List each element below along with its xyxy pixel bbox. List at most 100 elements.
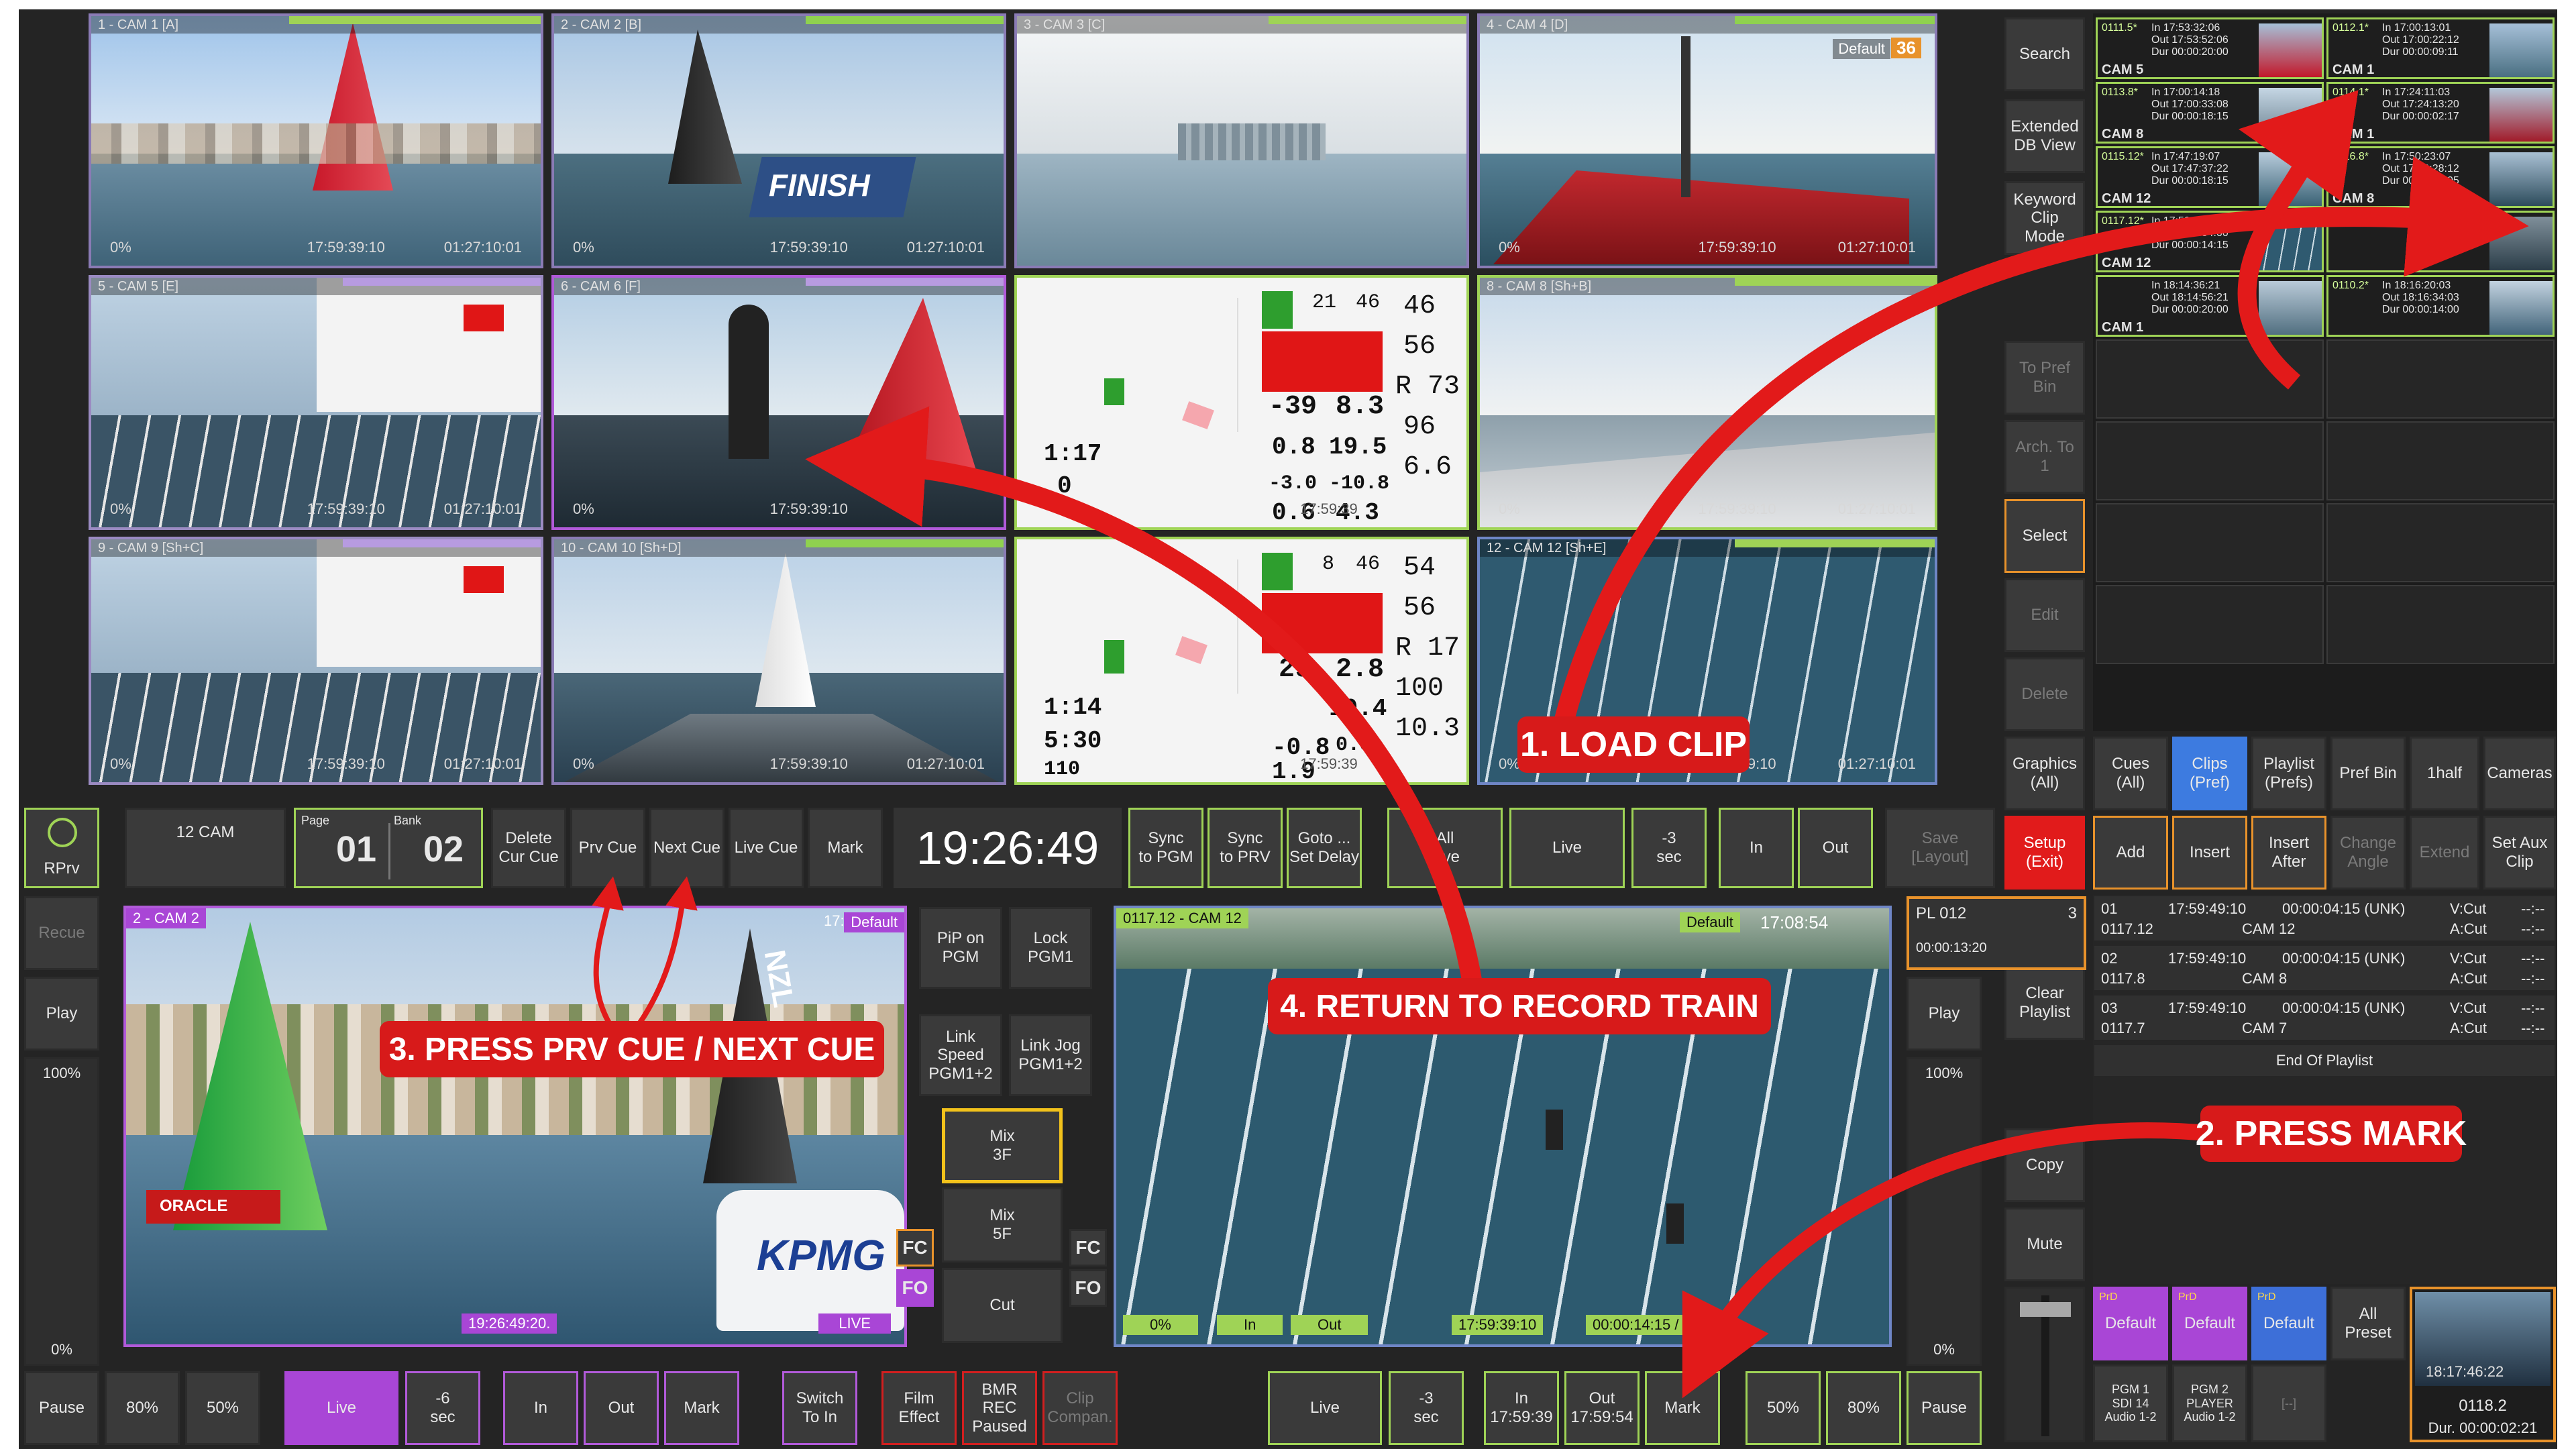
- playlist-row[interactable]: 01 0117.12 17:59:49:10 00:00:04:15 (UNK)…: [2093, 895, 2556, 942]
- search-button[interactable]: Search: [2004, 17, 2085, 91]
- delete-cur-cue-button[interactable]: Delete Cur Cue: [491, 808, 566, 888]
- right-play-button[interactable]: Play: [1907, 977, 1982, 1051]
- switch-to-in-button[interactable]: Switch To In: [782, 1371, 857, 1445]
- pgm-monitor[interactable]: 0117.12 - CAM 12 Default 17:08:54 0% In …: [1114, 906, 1892, 1347]
- empty-clip-slot[interactable]: [2096, 339, 2324, 419]
- clear-playlist-button[interactable]: Clear Playlist: [2004, 966, 2085, 1040]
- to-pref-bin-button[interactable]: To Pref Bin: [2004, 341, 2085, 415]
- speed-50-button[interactable]: 50%: [185, 1371, 260, 1445]
- edit-button[interactable]: Edit: [2004, 578, 2085, 652]
- tab-pref-bin[interactable]: Pref Bin: [2330, 737, 2406, 810]
- select-button[interactable]: Select: [2004, 499, 2085, 573]
- empty-clip-slot[interactable]: [2096, 503, 2324, 582]
- live-right-button[interactable]: Live: [1268, 1371, 1382, 1445]
- link-jog-button[interactable]: Link Jog PGM1+2: [1009, 1014, 1092, 1096]
- preset-default-1[interactable]: PrD Default: [2093, 1287, 2168, 1360]
- clip-cell[interactable]: 0111.5* In 17:53:32:06 Out 17:53:52:06 D…: [2096, 17, 2324, 79]
- output-empty[interactable]: [--]: [2251, 1364, 2326, 1442]
- change-angle-button[interactable]: Change Angle: [2330, 816, 2406, 890]
- copy-button[interactable]: Copy: [2004, 1128, 2085, 1202]
- tab-cameras[interactable]: Cameras: [2483, 737, 2556, 810]
- speed-80-button[interactable]: 80%: [105, 1371, 180, 1445]
- fc-left-button[interactable]: FC: [896, 1229, 934, 1267]
- play-button[interactable]: Play: [24, 977, 99, 1051]
- empty-clip-slot[interactable]: [2096, 421, 2324, 500]
- mark-right-button[interactable]: Mark: [1645, 1371, 1720, 1445]
- extend-button[interactable]: Extend: [2410, 816, 2479, 890]
- fo-left-button[interactable]: FO: [896, 1269, 934, 1307]
- camera-tile[interactable]: FINISH 2 - CAM 2 [B] 0% 17:59:39:10 01:2…: [551, 13, 1006, 268]
- fo-right-button[interactable]: FO: [1069, 1269, 1107, 1307]
- clip-cell[interactable]: 0110.2* In 18:16:20:03 Out 18:16:34:03 D…: [2326, 275, 2555, 337]
- clip-cell[interactable]: 0116.8* In 17:50:23:07 Out 17:50:28:12 D…: [2326, 146, 2555, 208]
- camera-tile[interactable]: 10 - CAM 10 [Sh+D] 0% 17:59:39:10 01:27:…: [551, 537, 1006, 785]
- speed-80-right-button[interactable]: 80%: [1826, 1371, 1901, 1445]
- out-left-button[interactable]: Out: [584, 1371, 659, 1445]
- pause-button[interactable]: Pause: [24, 1371, 99, 1445]
- data-dashboard-tile[interactable]: 1:14 5:30 110 8 46 29 2.8 19.4 -0.8 1.9 …: [1014, 537, 1469, 785]
- camera-tile[interactable]: 1 - CAM 1 [A] 0% 17:59:39:10 01:27:10:01: [89, 13, 543, 268]
- cut-button[interactable]: Cut: [942, 1268, 1063, 1343]
- empty-clip-slot[interactable]: [2326, 339, 2555, 419]
- film-effect-button[interactable]: Film Effect: [881, 1371, 957, 1445]
- arch-to-button[interactable]: Arch. To 1: [2004, 420, 2085, 494]
- tab-playlist-prefs[interactable]: Playlist (Prefs): [2251, 737, 2326, 810]
- page-bank-display[interactable]: Page 01 Bank 02: [294, 808, 483, 888]
- playlist-row[interactable]: 03 0117.7 17:59:49:10 00:00:04:15 (UNK) …: [2093, 994, 2556, 1041]
- clip-cell[interactable]: 0113.8* In 17:00:14:18 Out 17:00:33:08 D…: [2096, 82, 2324, 144]
- fader-knob[interactable]: [2020, 1302, 2071, 1317]
- all-preset-button[interactable]: All Preset: [2330, 1287, 2406, 1360]
- minus-3-sec-right-button[interactable]: -3 sec: [1389, 1371, 1464, 1445]
- save-layout-button[interactable]: Save [Layout]: [1885, 808, 1995, 888]
- prv-cue-button[interactable]: Prv Cue: [570, 808, 645, 888]
- set-aux-clip-button[interactable]: Set Aux Clip: [2483, 816, 2556, 890]
- camera-tile[interactable]: 3 - CAM 3 [C]: [1014, 13, 1469, 268]
- camera-tile[interactable]: 4 - CAM 4 [D] Default 36 0% 17:59:39:10 …: [1477, 13, 1937, 268]
- playlist-status-box[interactable]: PL 012 3 00:00:13:20: [1907, 896, 2086, 970]
- insert-after-button[interactable]: Insert After: [2251, 816, 2326, 890]
- clip-cell[interactable]: 0114.1* In 17:24:11:03 Out 17:24:13:20 D…: [2326, 82, 2555, 144]
- output-pgm1[interactable]: PGM 1 SDI 14 Audio 1-2: [2093, 1364, 2168, 1442]
- live-button[interactable]: Live: [1509, 808, 1625, 888]
- preset-default-3[interactable]: PrD Default: [2251, 1287, 2326, 1360]
- prv-monitor[interactable]: NZL ORACLE KPMG 2 - CAM 2 17:1 Default 1…: [123, 906, 907, 1347]
- audio-fader[interactable]: [2004, 1287, 2085, 1442]
- selected-clip-thumbnail[interactable]: 18:17:46:22 0118.2 Dur. 00:00:02:21: [2410, 1287, 2556, 1442]
- clip-cell[interactable]: 0117.12* In 17:59:39:10 Out 17:59:54:00 …: [2096, 211, 2324, 272]
- extended-db-view-button[interactable]: Extended DB View: [2004, 99, 2085, 173]
- speed-50-right-button[interactable]: 50%: [1746, 1371, 1821, 1445]
- playlist-row[interactable]: 02 0117.8 17:59:49:10 00:00:04:15 (UNK) …: [2093, 945, 2556, 991]
- out-right-button[interactable]: Out 17:59:54: [1564, 1371, 1640, 1445]
- next-cue-button[interactable]: Next Cue: [649, 808, 724, 888]
- live-left-button[interactable]: Live: [284, 1371, 398, 1445]
- in-right-button[interactable]: In 17:59:39: [1484, 1371, 1559, 1445]
- camera-tile[interactable]: 8 - CAM 8 [Sh+B] 0% 17:59:39:10 01:27:10…: [1477, 275, 1937, 530]
- mix-5f-button[interactable]: Mix 5F: [942, 1187, 1063, 1263]
- empty-clip-slot[interactable]: [2326, 421, 2555, 500]
- all-live-button[interactable]: All Live: [1387, 808, 1503, 888]
- empty-clip-slot[interactable]: [2326, 503, 2555, 582]
- clip-cell[interactable]: 0115.12* In 17:47:19:07 Out 17:47:37:22 …: [2096, 146, 2324, 208]
- tab-cues-all[interactable]: Cues (All): [2093, 737, 2168, 810]
- camera-tile[interactable]: 6 - CAM 6 [F] 0% 17:59:39:10: [551, 275, 1006, 530]
- clip-companion-button[interactable]: Clip Compan.: [1042, 1371, 1118, 1445]
- insert-button[interactable]: Insert: [2172, 816, 2247, 890]
- pause-right-button[interactable]: Pause: [1907, 1371, 1982, 1445]
- speed-fader[interactable]: 100% 0%: [24, 1057, 99, 1366]
- keyword-clip-mode-button[interactable]: Keyword Clip Mode: [2004, 181, 2085, 255]
- recue-button[interactable]: Recue: [24, 896, 99, 970]
- tab-1half[interactable]: 1half: [2410, 737, 2479, 810]
- graphics-all-button[interactable]: Graphics (All): [2004, 737, 2085, 810]
- minus-6-sec-button[interactable]: -6 sec: [405, 1371, 480, 1445]
- clip-cell[interactable]: In 18:14:36:21 Out 18:14:56:21 Dur 00:00…: [2096, 275, 2324, 337]
- data-dashboard-tile[interactable]: 1:17 0 21 46 -39 8.3 0.8 19.5 -3.0 -10.8…: [1014, 275, 1469, 530]
- delete-button[interactable]: Delete: [2004, 657, 2085, 731]
- mark-left-button[interactable]: Mark: [664, 1371, 739, 1445]
- rprv-button[interactable]: RPrv: [24, 808, 99, 888]
- pip-on-pgm-button[interactable]: PiP on PGM: [919, 907, 1002, 989]
- goto-set-delay-button[interactable]: Goto ... Set Delay: [1287, 808, 1362, 888]
- camera-tile[interactable]: 9 - CAM 9 [Sh+C] 0% 17:59:39:10 01:27:10…: [89, 537, 543, 785]
- tab-clips-pref[interactable]: Clips (Pref): [2172, 737, 2247, 810]
- minus-3-sec-button[interactable]: -3 sec: [1631, 808, 1707, 888]
- add-button[interactable]: Add: [2093, 816, 2168, 890]
